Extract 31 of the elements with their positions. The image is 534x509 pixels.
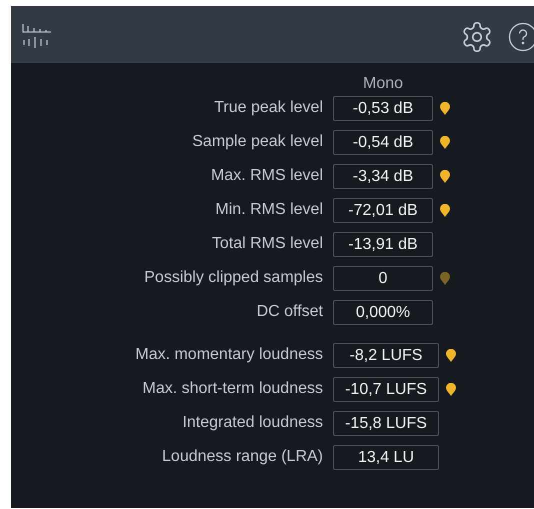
value-field: -3,34 dB <box>333 164 433 188</box>
metric-label: Max. short-term loudness <box>141 379 323 399</box>
pin-marker-icon <box>440 272 450 284</box>
channel-header: Mono <box>362 75 404 93</box>
pin-marker-icon <box>446 348 456 362</box>
pin-marker-icon <box>440 102 450 114</box>
value-field: -8,2 LUFS <box>333 342 439 368</box>
value-field: 0 <box>333 266 433 290</box>
pin-marker-icon <box>440 204 450 216</box>
metric-label: Max. RMS level <box>210 166 323 186</box>
value-field: -0,53 dB <box>333 96 433 120</box>
value-field: 0,000% <box>333 300 433 324</box>
metric-label: Min. RMS level <box>214 200 323 220</box>
metric-label: DC offset <box>256 302 323 322</box>
metric-label: Integrated loudness <box>181 413 323 433</box>
value-field: -0,54 dB <box>333 130 433 154</box>
value-field: 13,4 LU <box>333 444 439 470</box>
metric-label: True peak level <box>213 98 323 118</box>
pin-marker-icon <box>446 382 456 396</box>
value-field: -13,91 dB <box>333 232 433 256</box>
pin-marker-icon <box>440 170 450 182</box>
value-field: -72,01 dB <box>333 198 433 222</box>
metric-label: Max. momentary loudness <box>134 345 323 365</box>
metric-label: Sample peak level <box>191 132 323 152</box>
metric-label: Loudness range (LRA) <box>161 447 323 467</box>
metric-label: Possibly clipped samples <box>143 268 323 288</box>
value-field: -10,7 LUFS <box>333 376 439 402</box>
help-icon[interactable] <box>508 22 534 52</box>
value-field: -15,8 LUFS <box>333 410 439 436</box>
metric-label: Total RMS level <box>210 234 323 254</box>
pin-marker-icon <box>440 136 450 148</box>
